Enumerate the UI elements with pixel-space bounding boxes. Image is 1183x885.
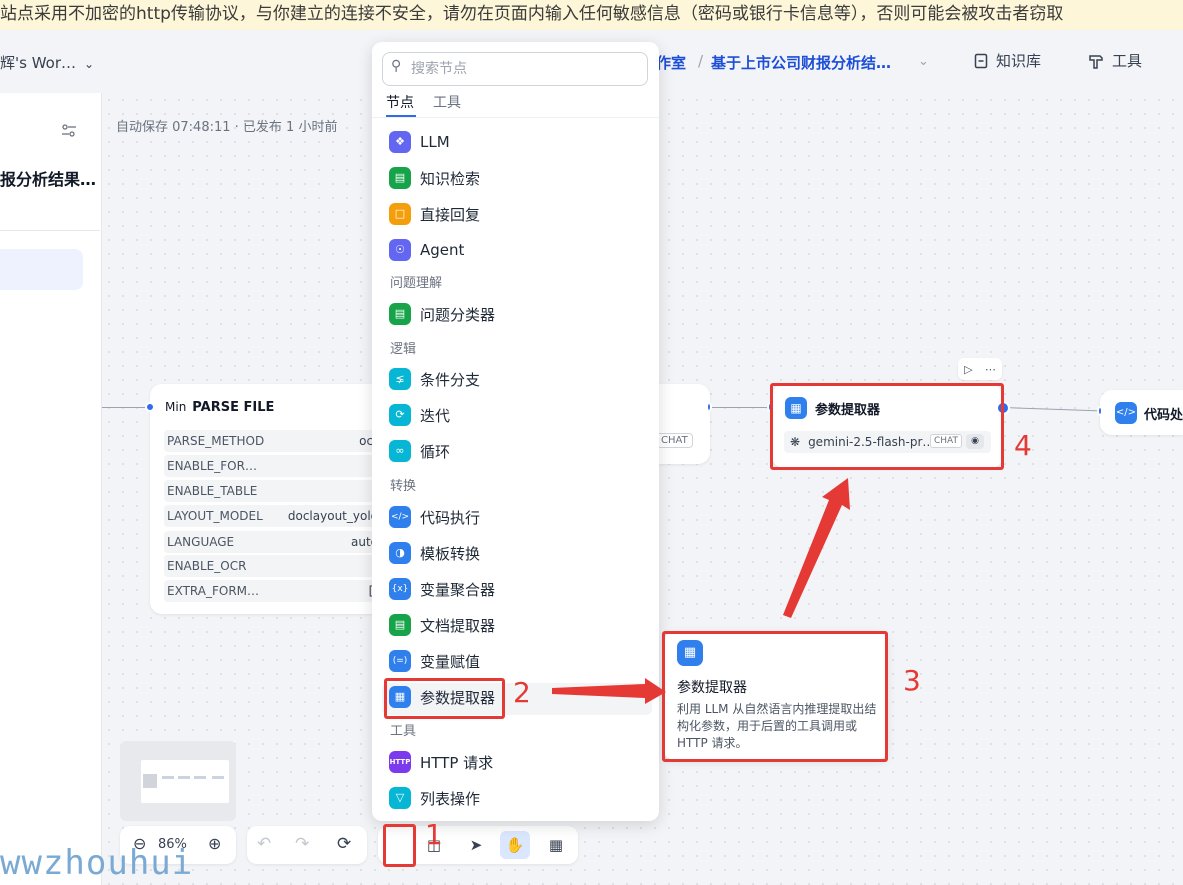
annotation-arrows <box>552 478 850 704</box>
arrow-2-to-3 <box>552 678 666 704</box>
watermark-text: wwzhouhui <box>0 843 194 883</box>
arrow-3-to-4 <box>783 478 850 618</box>
